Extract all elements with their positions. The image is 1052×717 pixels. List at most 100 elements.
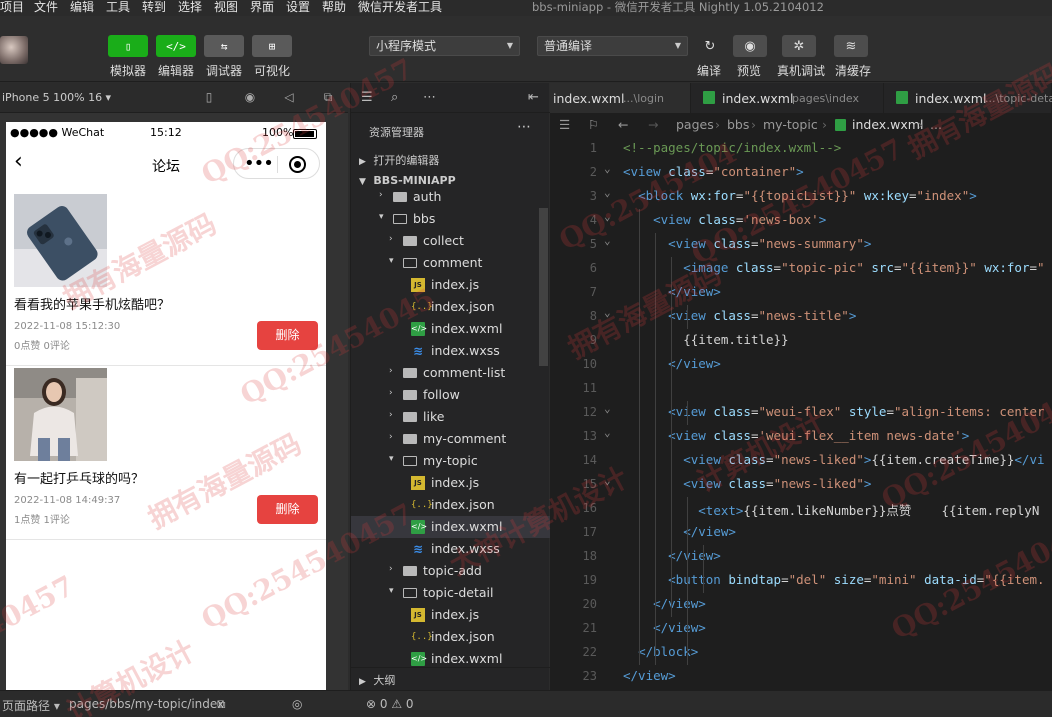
open-editors-section[interactable]: ▶ 打开的编辑器 (359, 152, 439, 168)
post-item[interactable]: 看看我的苹果手机炫酷吧？ 2022-11-08 15:12:30 0点赞 0评论… (6, 194, 326, 366)
code-line[interactable]: 1 <!--pages/topic/index.wxml--> (550, 137, 1052, 161)
tree-file[interactable]: {..} index.json (351, 494, 550, 516)
clear-cache-button[interactable]: ≋ (834, 35, 868, 57)
code-line[interactable]: 2 ⌄ <view class="container"> (550, 161, 1052, 185)
tree-folder[interactable]: ▾ bbs (351, 208, 550, 230)
editor-tab[interactable]: index.wxml ...\topic-deta (884, 83, 1052, 113)
tree-folder[interactable]: › comment-list (351, 362, 550, 384)
code-line[interactable]: 19 <button bindtap="del" size="mini" dat… (550, 569, 1052, 593)
page-path-select[interactable]: 页面路径 ▾ (2, 697, 60, 714)
list-icon[interactable]: ☰ (559, 117, 570, 132)
more-dots-icon[interactable]: ••• (244, 153, 274, 174)
visual-toggle-button[interactable]: ⊞ (252, 35, 292, 57)
code-line[interactable]: 13 ⌄ <view class='weui-flex__item news-da… (550, 425, 1052, 449)
tree-folder[interactable]: › collect (351, 230, 550, 252)
menu-item[interactable]: 工具 (106, 0, 130, 14)
code-line[interactable]: 11 (550, 377, 1052, 401)
sound-icon[interactable]: ◁ (282, 90, 296, 104)
eye-icon[interactable]: ◎ (292, 697, 302, 711)
editor-toggle-button[interactable]: </> (156, 35, 196, 57)
compile-button[interactable]: ↻ (693, 35, 727, 57)
simulator-toggle-button[interactable]: ▯ (108, 35, 148, 57)
code-line[interactable]: 7 </view> (550, 281, 1052, 305)
menu-item[interactable]: 项目 (0, 0, 24, 14)
collapse-icon[interactable]: ⇤ (528, 90, 539, 105)
popout-icon[interactable]: ⧉ (321, 90, 335, 104)
code-line[interactable]: 3 ⌄ <block wx:for="{{topicList}}" wx:key=… (550, 185, 1052, 209)
menu-item[interactable]: 设置 (286, 0, 310, 14)
outline-section[interactable]: ▶ 大纲 (351, 667, 550, 690)
fold-chevron-icon[interactable]: ⌄ (604, 234, 611, 247)
tree-file[interactable]: JS index.js (351, 604, 550, 626)
menu-item[interactable]: 转到 (142, 0, 166, 14)
menu-item[interactable]: 微信开发者工具 (358, 0, 442, 14)
bookmark-icon[interactable]: ⚐ (588, 117, 599, 132)
tree-file[interactable]: {..} index.json (351, 626, 550, 648)
tree-folder[interactable]: › like (351, 406, 550, 428)
tree-file[interactable]: JS index.js (351, 472, 550, 494)
breadcrumb-item[interactable]: pages (676, 117, 714, 132)
menu-item[interactable]: 界面 (250, 0, 274, 14)
more-dots-icon[interactable]: ⋯ (517, 119, 531, 135)
breadcrumb-item[interactable]: my-topic (763, 117, 818, 132)
code-line[interactable]: 12⌄ <view class="weui-flex" style="align… (550, 401, 1052, 425)
code-line[interactable]: 16 <text>{{item.likeNumber}}点赞 {{item.re… (550, 497, 1052, 521)
debugger-toggle-button[interactable]: ⇆ (204, 35, 244, 57)
code-line[interactable]: 8 ⌄ <view class="news-title"> (550, 305, 1052, 329)
copy-icon[interactable]: ⧉ (217, 697, 226, 712)
code-line[interactable]: 23 </view> (550, 665, 1052, 689)
editor-tab[interactable]: index.wxml ...\login (550, 83, 691, 113)
fold-chevron-icon[interactable]: ⌄ (604, 186, 611, 199)
page-path[interactable]: pages/bbs/my-topic/index (69, 697, 224, 711)
scrollbar[interactable] (539, 208, 548, 366)
code-line[interactable]: 5 ⌄ <view class="news-summary"> (550, 233, 1052, 257)
menu-item[interactable]: 选择 (178, 0, 202, 14)
code-line[interactable]: 4 ⌄ <view class='news-box'> (550, 209, 1052, 233)
avatar[interactable] (0, 36, 28, 64)
code-line[interactable]: 20 </view> (550, 593, 1052, 617)
menu-item[interactable]: 视图 (214, 0, 238, 14)
code-line[interactable]: 22 </block> (550, 641, 1052, 665)
fold-chevron-icon[interactable]: ⌄ (604, 402, 611, 415)
compile-select[interactable]: 普通编译 ▼ (537, 36, 688, 56)
fold-chevron-icon[interactable]: ⌄ (604, 306, 611, 319)
breadcrumb-item[interactable]: index.wxml (852, 117, 923, 132)
code-line[interactable]: 6 <image class="topic-pic" src="{{item}}… (550, 257, 1052, 281)
fold-chevron-icon[interactable]: ⌄ (604, 474, 611, 487)
phone-outline-icon[interactable]: ▯ (202, 90, 216, 104)
tree-file[interactable]: JS index.js (351, 274, 550, 296)
editor-tab[interactable]: index.wxml pages\index (691, 83, 884, 113)
tree-folder[interactable]: › auth (351, 186, 550, 208)
code-line[interactable]: 14 <view class="news-liked">{{item.creat… (550, 449, 1052, 473)
fold-chevron-icon[interactable]: ⌄ (604, 426, 611, 439)
tree-file[interactable]: </> index.wxml (351, 318, 550, 340)
back-arrow-icon[interactable]: ← (618, 117, 628, 132)
more-icon[interactable]: ⋯ (423, 90, 436, 105)
delete-button[interactable]: 删除 (257, 321, 318, 350)
fold-chevron-icon[interactable]: ⌄ (604, 162, 611, 175)
post-item[interactable]: 有一起打乒乓球的吗？ 2022-11-08 14:49:37 1点赞 1评论 删… (6, 368, 326, 540)
list-icon[interactable]: ☰ (361, 90, 373, 105)
delete-button[interactable]: 删除 (257, 495, 318, 524)
tree-folder[interactable]: ▾ topic-detail (351, 582, 550, 604)
forward-arrow-icon[interactable]: → (648, 117, 658, 132)
search-icon[interactable]: ⌕ (391, 90, 398, 105)
device-select[interactable]: iPhone 5 100% 16 ▾ (2, 91, 111, 104)
close-target-icon[interactable] (289, 156, 306, 173)
tree-file[interactable]: {..} index.json (351, 296, 550, 318)
code-line[interactable]: 9 {{item.title}} (550, 329, 1052, 353)
tree-file[interactable]: </> index.wxml (351, 516, 550, 538)
code-line[interactable]: 15 ⌄ <view class="news-liked"> (550, 473, 1052, 497)
tree-folder[interactable]: ▾ my-topic (351, 450, 550, 472)
tree-folder[interactable]: › topic-add (351, 560, 550, 582)
menu-item[interactable]: 帮助 (322, 0, 346, 14)
problems-count[interactable]: ⊗ 0 ⚠ 0 (366, 697, 414, 711)
tree-folder[interactable]: › follow (351, 384, 550, 406)
code-line[interactable]: 17 </view> (550, 521, 1052, 545)
breadcrumb-item[interactable]: ... (930, 117, 942, 132)
breadcrumb-item[interactable]: bbs (727, 117, 749, 132)
code-line[interactable]: 18 </view> (550, 545, 1052, 569)
menu-item[interactable]: 文件 (34, 0, 58, 14)
capsule-menu[interactable]: ••• (233, 148, 320, 179)
preview-button[interactable]: ◉ (733, 35, 767, 57)
